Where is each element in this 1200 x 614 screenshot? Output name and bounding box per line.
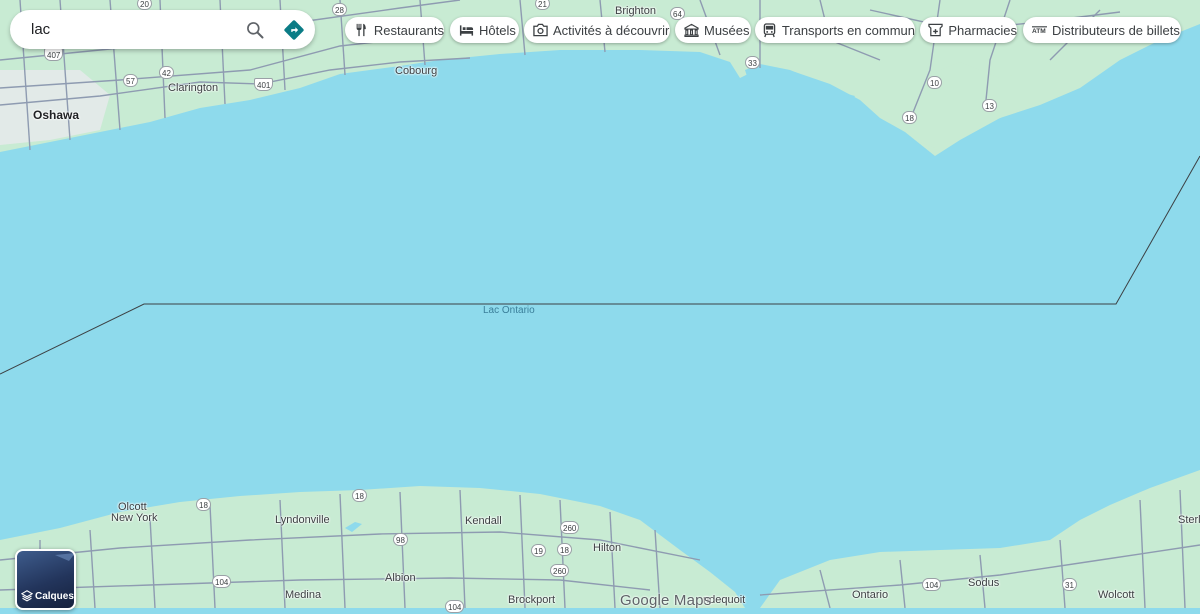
place-label-sodus: Sodus (968, 577, 1000, 589)
hotel-icon (458, 22, 474, 38)
restaurant-icon (353, 22, 369, 38)
svg-text:ATM: ATM (1032, 28, 1046, 34)
road-shield: 42 (159, 66, 174, 79)
layers-label-row: Calques (21, 590, 74, 602)
chip-label: Transports en commun (781, 22, 915, 38)
layers-label: Calques (35, 590, 74, 602)
place-label-lyndonville: Lyndonville (275, 514, 330, 526)
layers-preview (55, 553, 74, 561)
place-label-oshawa: Oshawa (33, 108, 80, 122)
place-label-cobourg: Cobourg (395, 65, 438, 77)
search-box[interactable] (10, 10, 315, 49)
atm-icon: ATM (1031, 22, 1047, 38)
camera-icon (532, 22, 548, 38)
chip-atms[interactable]: ATM Distributeurs de billets (1023, 17, 1181, 43)
directions-icon (284, 20, 304, 40)
place-label-brighton: Brighton (615, 5, 656, 17)
search-button[interactable] (242, 17, 268, 43)
chip-label: Pharmacies (948, 22, 1017, 38)
chip-label: Restaurants (373, 22, 444, 38)
place-label-kendall: Kendall (465, 515, 502, 527)
road-shield: 18 (557, 543, 572, 556)
place-label-clarington: Clarington (168, 82, 219, 94)
chip-label: Hôtels (479, 22, 516, 38)
place-label-albion: Albion (385, 572, 416, 584)
chip-transit[interactable]: Transports en commun (755, 17, 915, 43)
search-input[interactable] (29, 13, 233, 46)
road-shield: 18 (902, 111, 917, 124)
search-icon (247, 22, 264, 39)
chip-museums[interactable]: Musées (675, 17, 751, 43)
place-label-wolcott: Wolcott (1098, 589, 1135, 601)
chip-activities[interactable]: Activités à découvrir (524, 17, 670, 43)
road-shield: 10 (927, 76, 942, 89)
road-shield: 260 (550, 564, 570, 577)
pharmacy-icon (928, 22, 943, 38)
road-shield: 104 (445, 600, 465, 613)
road-shield: 18 (196, 498, 211, 511)
road-shield: 19 (531, 544, 546, 557)
place-label-brockport: Brockport (508, 594, 556, 606)
road-shield: 31 (1062, 578, 1077, 591)
directions-button[interactable] (281, 17, 307, 43)
transit-icon (763, 22, 777, 38)
road-shield: 33 (745, 56, 760, 69)
place-label-medina: Medina (285, 589, 322, 601)
road-shield: 28 (332, 3, 347, 16)
chip-label: Distributeurs de billets (1052, 22, 1180, 38)
road-shield: 18 (352, 489, 367, 502)
chip-restaurants[interactable]: Restaurants (345, 17, 444, 43)
museum-icon (683, 22, 699, 38)
chip-pharmacies[interactable]: Pharmacies (920, 17, 1017, 43)
road-shield: 104 (212, 575, 232, 588)
international-border (0, 155, 1200, 375)
road-shield: 104 (922, 578, 942, 591)
road-shield: 260 (560, 521, 580, 534)
road-shield: 13 (982, 99, 997, 112)
road-shield: 401 (254, 78, 274, 91)
road-shield: 57 (123, 74, 138, 87)
google-maps-logo: Google Maps (620, 592, 712, 609)
layers-icon (21, 590, 33, 602)
place-label-sterling: Sterli (1178, 514, 1200, 526)
road-shield: 407 (44, 48, 64, 61)
chip-hotels[interactable]: Hôtels (450, 17, 519, 43)
water-label-lake-ontario: Lac Ontario (483, 305, 535, 316)
place-label-new-york: New York (111, 512, 158, 524)
chip-label: Activités à découvrir (553, 22, 670, 38)
layers-button[interactable]: Calques (15, 549, 76, 610)
chip-label: Musées (704, 22, 750, 38)
place-label-ontario: Ontario (852, 589, 889, 601)
place-label-hilton: Hilton (593, 542, 622, 554)
road-shield: 98 (393, 533, 408, 546)
